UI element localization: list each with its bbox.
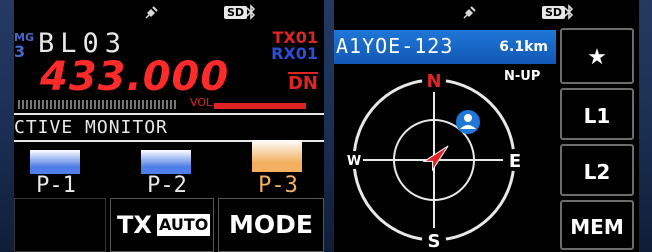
signal-meter [18, 100, 178, 109]
meter-segment [134, 100, 136, 109]
l2-button[interactable]: L2 [560, 144, 634, 196]
preset-label: P-1 [36, 173, 76, 198]
bluetooth-icon [564, 4, 574, 25]
meter-segment [46, 100, 48, 109]
frequency-display-screen: SD MG 3 BL03 433.000 TX01 RX01 DN VOL CT… [14, 0, 324, 252]
status-bar: SD [334, 0, 639, 24]
mem-button[interactable]: MEM [560, 200, 634, 250]
north-label: N [426, 71, 441, 92]
meter-segment [118, 100, 120, 109]
meter-segment [82, 100, 84, 109]
digital-mode-indicator: DN [287, 72, 318, 94]
blank-soft-key[interactable] [14, 198, 106, 252]
volume-bar [214, 103, 306, 109]
preset-indicator [141, 150, 191, 174]
preset-indicator [30, 150, 80, 174]
meter-segment [114, 100, 116, 109]
meter-segment [30, 100, 32, 109]
meter-segment [170, 100, 172, 109]
meter-segment [42, 100, 44, 109]
preset-button-p2[interactable]: P-2 [127, 144, 207, 204]
frequency-readout: 433.000 [40, 54, 230, 100]
memory-group-number: 3 [14, 42, 26, 61]
l2-label: L2 [583, 160, 611, 184]
mem-label: MEM [570, 215, 624, 239]
meter-segment [138, 100, 140, 109]
preset-button-p1[interactable]: P-1 [16, 144, 96, 204]
l1-button[interactable]: L1 [560, 88, 634, 140]
meter-segment [146, 100, 148, 109]
preset-button-p3[interactable]: P-3 [238, 140, 318, 204]
mode-label: MODE [229, 210, 313, 239]
mode-button[interactable]: MODE [218, 198, 324, 252]
heading-arrow-icon [422, 145, 449, 172]
meter-segment [38, 100, 40, 109]
east-label: E [509, 151, 521, 172]
meter-segment [74, 100, 76, 109]
meter-segment [86, 100, 88, 109]
meter-segment [174, 100, 176, 109]
meter-segment [26, 100, 28, 109]
l1-label: L1 [583, 104, 611, 128]
volume-bar-fill [214, 103, 306, 109]
sd-card-badge: SD [542, 6, 566, 19]
person-icon[interactable] [456, 110, 480, 134]
station-info-bar[interactable]: A1YOE-123 6.1km [334, 30, 556, 64]
preset-label: P-3 [258, 173, 298, 198]
meter-segment [110, 100, 112, 109]
rx-label: RX01 [271, 44, 318, 63]
west-label: W [347, 154, 361, 169]
meter-segment [22, 100, 24, 109]
preset-label: P-2 [147, 173, 187, 198]
star-icon: ★ [587, 45, 607, 70]
meter-segment [142, 100, 144, 109]
active-monitor-text: CTIVE MONITOR [14, 117, 168, 138]
meter-segment [62, 100, 64, 109]
volume-label: VOL [190, 96, 213, 109]
bluetooth-icon [246, 4, 256, 25]
meter-segment [162, 100, 164, 109]
satellite-icon [144, 4, 160, 25]
auto-badge: AUTO [157, 214, 211, 236]
meter-segment [78, 100, 80, 109]
meter-segment [70, 100, 72, 109]
meter-segment [50, 100, 52, 109]
satellite-icon [462, 4, 478, 25]
preset-indicator [252, 140, 302, 172]
meter-segment [158, 100, 160, 109]
meter-segment [154, 100, 156, 109]
sd-card-badge: SD [224, 6, 248, 19]
meter-segment [122, 100, 124, 109]
tx-auto-button[interactable]: TX AUTO [110, 198, 214, 252]
meter-segment [166, 100, 168, 109]
meter-segment [126, 100, 128, 109]
aprs-compass-screen: SD A1YOE-123 6.1km N-UP N S E W ★ L1 L2 … [334, 0, 639, 252]
meter-segment [54, 100, 56, 109]
meter-segment [102, 100, 104, 109]
station-callsign: A1YOE-123 [336, 34, 454, 58]
meter-segment [106, 100, 108, 109]
meter-segment [130, 100, 132, 109]
south-label: S [428, 231, 441, 252]
meter-segment [94, 100, 96, 109]
meter-segment [18, 100, 20, 109]
meter-segment [90, 100, 92, 109]
status-bar: SD [14, 0, 324, 24]
meter-segment [150, 100, 152, 109]
meter-segment [98, 100, 100, 109]
station-distance: 6.1km [499, 39, 548, 55]
function-button-row: TX AUTO MODE [14, 198, 324, 252]
meter-segment [66, 100, 68, 109]
tx-rx-indicator: TX01 RX01 [271, 30, 318, 62]
divider [14, 113, 324, 115]
tx-label: TX [117, 211, 152, 239]
compass-display: N S E W [345, 68, 525, 252]
meter-segment [34, 100, 36, 109]
meter-segment [58, 100, 60, 109]
favorite-button[interactable]: ★ [560, 28, 634, 84]
